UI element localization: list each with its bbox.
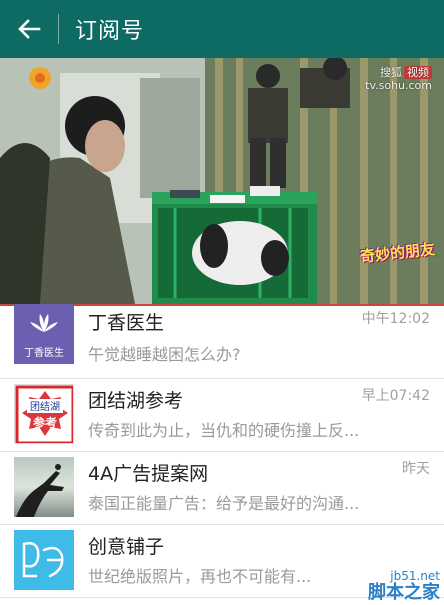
svg-text:团结湖: 团结湖 [30, 400, 60, 413]
watermark-brand: 搜狐 [380, 66, 402, 79]
subscription-name: 丁香医生 [88, 312, 165, 334]
back-button[interactable] [0, 0, 58, 58]
svg-text:参考: 参考 [33, 415, 57, 430]
avatar [14, 530, 74, 590]
watermark-badge: 视频 [404, 66, 432, 79]
subscription-name: 4A广告提案网 [88, 463, 209, 485]
avatar [14, 457, 74, 517]
list-item[interactable]: 丁香医生 丁香医生 午觉越睡越困怎么办? 中午12:02 [0, 304, 444, 379]
avatar-label: 丁香医生 [24, 348, 64, 359]
avatar: 团结湖 参考 [14, 384, 74, 444]
subscription-name: 团结湖参考 [88, 390, 184, 412]
avatar: 丁香医生 [14, 304, 74, 364]
video-banner[interactable]: 搜狐 视频 tv.sohu.com 奇妙的朋友 [0, 58, 444, 304]
message-time: 早上07:42 [361, 388, 430, 404]
page-title: 订阅号 [75, 19, 145, 44]
top-app-bar: 订阅号 [0, 0, 444, 58]
latest-message: 午觉越睡越困怎么办? [88, 345, 241, 364]
subscription-list: 丁香医生 丁香医生 午觉越睡越困怎么办? 中午12:02 团结湖 参考 团结湖参… [0, 304, 444, 598]
seal-stamp-icon: 团结湖 参考 [15, 385, 73, 443]
latest-message: 世纪绝版照片，再也不可能有... [88, 567, 312, 586]
latest-message: 传奇到此为止，当仇和的硬伤撞上反... [88, 421, 360, 440]
clove-flower-icon [30, 314, 58, 332]
subscription-name: 创意铺子 [88, 536, 165, 558]
list-item[interactable]: 4A广告提案网 泰国正能量广告：给予是最好的沟通... 昨天 [0, 452, 444, 525]
message-time: 中午12:02 [361, 311, 430, 327]
arrow-left-icon [18, 19, 41, 39]
creative-shop-logo-icon [22, 542, 64, 578]
appbar-divider [58, 14, 59, 44]
sohu-watermark: 搜狐 视频 tv.sohu.com [365, 66, 432, 92]
video-frame-image [0, 58, 444, 304]
latest-message: 泰国正能量广告：给予是最好的沟通... [88, 494, 360, 513]
message-time: 昨天 [402, 461, 430, 477]
list-item[interactable]: 创意铺子 世纪绝版照片，再也不可能有... [0, 525, 444, 598]
watermark-url: tv.sohu.com [365, 79, 432, 92]
list-item[interactable]: 团结湖 参考 团结湖参考 传奇到此为止，当仇和的硬伤撞上反... 早上07:42 [0, 379, 444, 452]
silhouette-hand-icon [16, 464, 64, 517]
